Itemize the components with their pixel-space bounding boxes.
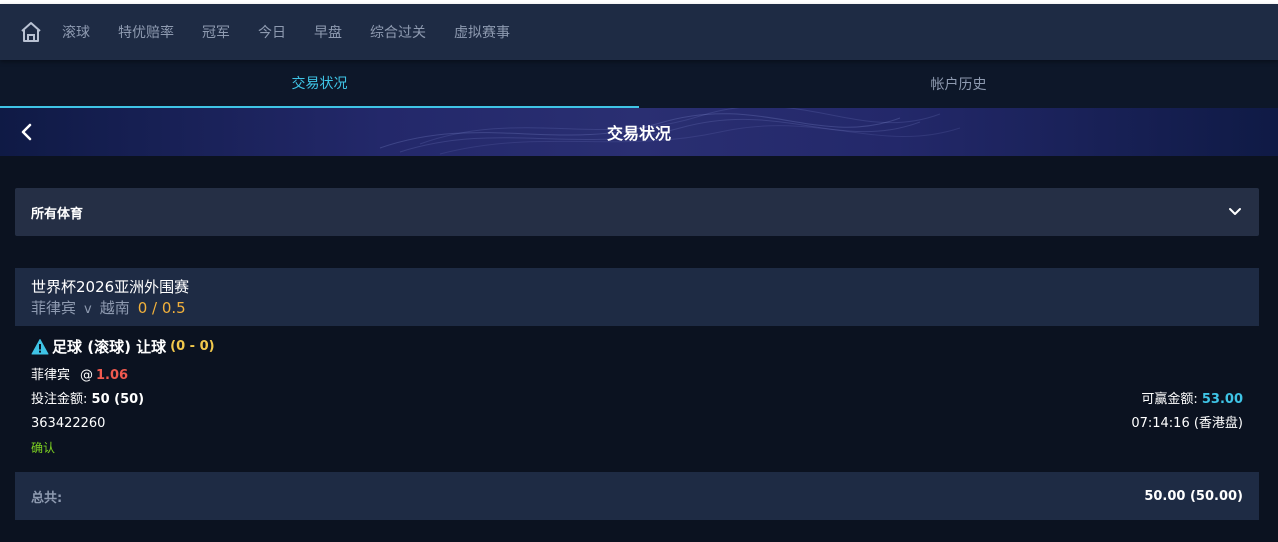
ticket-id: 363422260 [31,416,106,431]
top-navigation: 滚球 特优赔率 冠军 今日 早盘 综合过关 虚拟赛事 [0,4,1278,60]
tab-transaction-status[interactable]: 交易状况 [0,60,639,108]
warning-icon [31,338,49,356]
amount-row: 投注金额: 50 (50) 可赢金额: 53.00 [31,388,1243,412]
handicap-value: 0 / 0.5 [137,299,186,317]
nav-item-in-play[interactable]: 滚球 [62,22,90,42]
bet-score: (0 - 0) [170,339,215,354]
sport-filter-label: 所有体育 [31,206,84,222]
page-title: 交易状况 [606,124,671,143]
total-bar: 总共: 50.00 (50.00) [15,472,1259,520]
bet-details: 足球 (滚球) 让球 (0 - 0) 菲律宾 @1.06 投注金额: 50 (50… [15,326,1259,468]
main-content: 所有体育 世界杯2026亚洲外围赛 菲律宾 v 越南 0 / 0.5 足球 (滚… [0,156,1278,520]
bet-card: 世界杯2026亚洲外围赛 菲律宾 v 越南 0 / 0.5 足球 (滚球) 让球 (0… [15,268,1259,520]
nav-item-early[interactable]: 早盘 [314,22,342,42]
chevron-left-icon[interactable] [14,120,38,144]
away-team: 越南 [99,299,130,317]
home-team: 菲律宾 [31,299,77,317]
status-badge: 确认 [31,441,56,455]
win-label: 可赢金额: [1141,392,1198,407]
total-label: 总共: [31,490,63,506]
page-banner: 交易状况 [0,108,1278,156]
versus-label: v [84,302,92,317]
nav-item-parlay[interactable]: 综合过关 [370,22,426,42]
bet-header: 世界杯2026亚洲外围赛 菲律宾 v 越南 0 / 0.5 [15,268,1259,326]
stake-value: 50 (50) [91,392,145,407]
nav-item-outright[interactable]: 冠军 [202,22,230,42]
match-line: 菲律宾 v 越南 0 / 0.5 [31,297,1243,321]
win-value: 53.00 [1201,392,1243,407]
bet-time: 07:14:16 (香港盘) [1131,416,1243,431]
total-value: 50.00 (50.00) [1144,488,1243,504]
selection-team: 菲律宾 [31,368,71,383]
at-sign: @ [80,368,94,383]
stake-label: 投注金额: [31,392,88,407]
ticket-row: 363422260 07:14:16 (香港盘) [31,412,1243,436]
nav-item-special-odds[interactable]: 特优赔率 [118,22,174,42]
home-icon[interactable] [18,19,44,45]
tab-account-history[interactable]: 帐户历史 [639,60,1278,108]
bet-type-line: 足球 (滚球) 让球 (0 - 0) [31,336,1243,358]
tab-bar: 交易状况 帐户历史 [0,60,1278,108]
odds-value: 1.06 [96,368,129,383]
bet-type: 足球 (滚球) 让球 [52,338,167,356]
sport-filter-dropdown[interactable]: 所有体育 [15,188,1259,236]
nav-item-today[interactable]: 今日 [258,22,286,42]
selection-row: 菲律宾 @1.06 [31,364,1243,388]
chevron-down-icon [1227,204,1243,220]
league-name: 世界杯2026亚洲外围赛 [31,278,190,296]
nav-item-virtual[interactable]: 虚拟赛事 [454,22,510,42]
